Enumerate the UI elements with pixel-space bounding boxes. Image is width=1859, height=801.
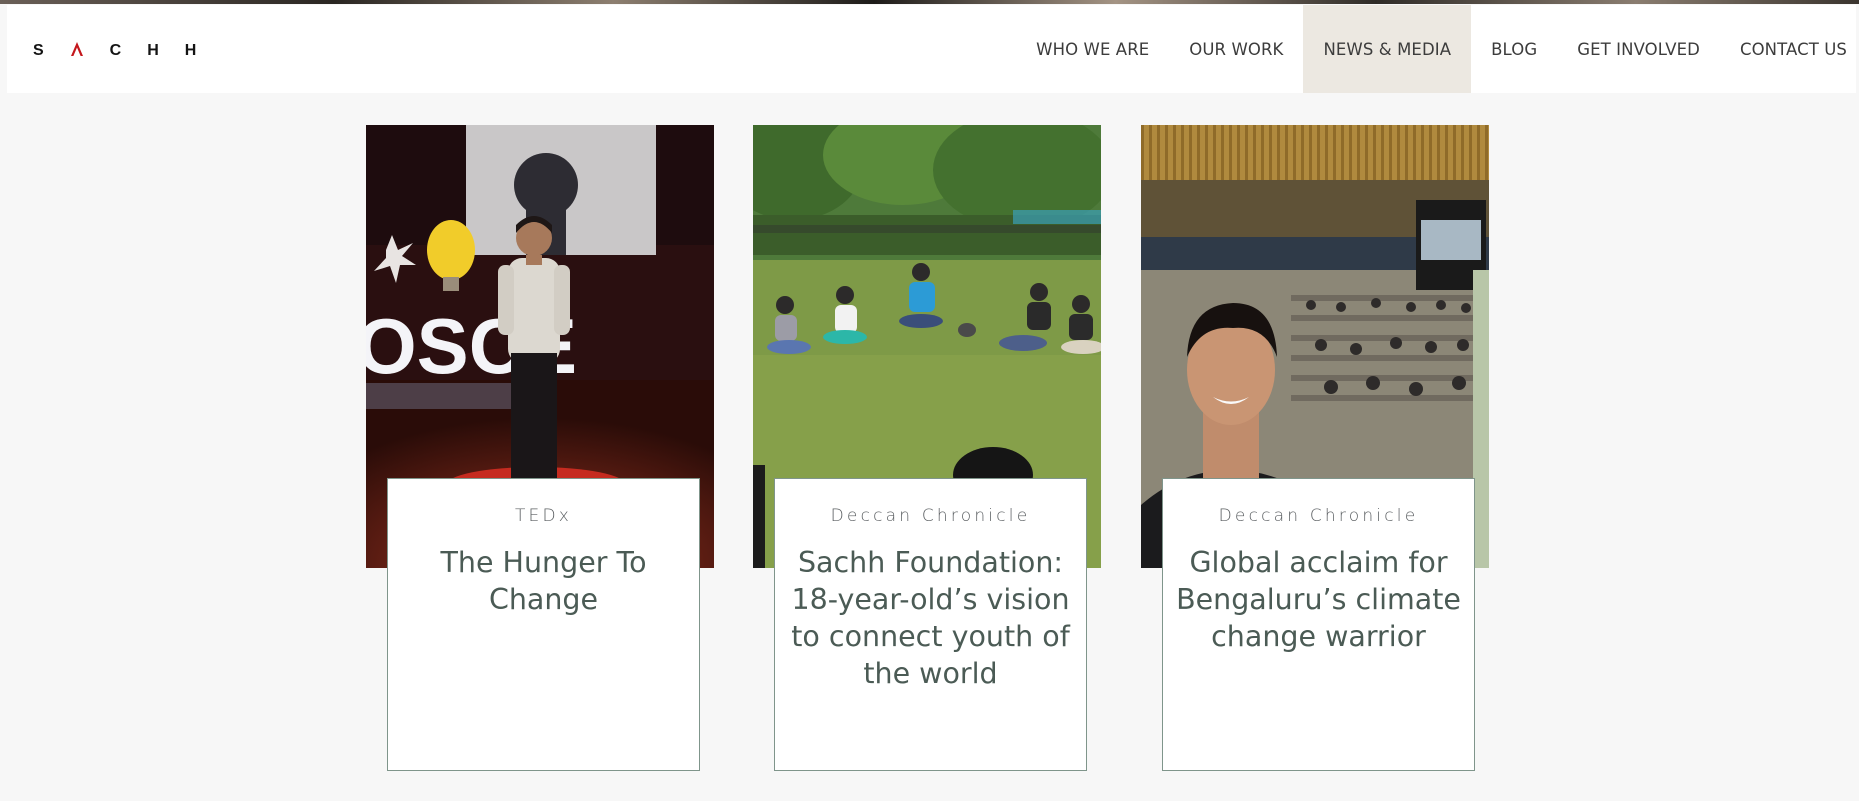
site-logo[interactable]: S C H H [33, 41, 222, 61]
card-3-source: Deccan Chronicle [1218, 506, 1419, 526]
top-image-strip [0, 0, 1859, 4]
nav-our-work[interactable]: OUR WORK [1169, 5, 1303, 93]
logo-letter-s: S [33, 42, 44, 59]
nav-contact-us[interactable]: CONTACT US [1720, 5, 1856, 93]
card-1-title[interactable]: The Hunger To Change [399, 544, 689, 618]
news-card-3[interactable]: Deccan Chronicle Global acclaim for Beng… [1162, 478, 1475, 771]
news-card-2[interactable]: Deccan Chronicle Sachh Foundation: 18-ye… [774, 478, 1087, 771]
main-nav: WHO WE ARE OUR WORK NEWS & MEDIA BLOG GE… [1016, 5, 1856, 93]
logo-letter-c: C [109, 42, 122, 59]
site-header: S C H H WHO WE ARE OUR WORK NEWS & MEDIA… [7, 5, 1856, 93]
card-3-title[interactable]: Global acclaim for Bengaluru’s climate c… [1174, 544, 1464, 655]
nav-blog[interactable]: BLOG [1471, 5, 1557, 93]
news-card-1[interactable]: TEDx The Hunger To Change [387, 478, 700, 771]
card-1-source: TEDx [514, 506, 573, 526]
logo-letter-h2: H [184, 42, 197, 59]
nav-who-we-are[interactable]: WHO WE ARE [1016, 5, 1169, 93]
logo-a-icon [70, 41, 83, 56]
card-2-source: Deccan Chronicle [830, 506, 1031, 526]
nav-get-involved[interactable]: GET INVOLVED [1557, 5, 1720, 93]
card-2-title[interactable]: Sachh Foundation: 18-year-old’s vision t… [786, 544, 1076, 692]
nav-news-media[interactable]: NEWS & MEDIA [1303, 5, 1472, 93]
logo-letter-h1: H [147, 42, 159, 59]
logo-letter-a-red-mark [70, 41, 84, 62]
